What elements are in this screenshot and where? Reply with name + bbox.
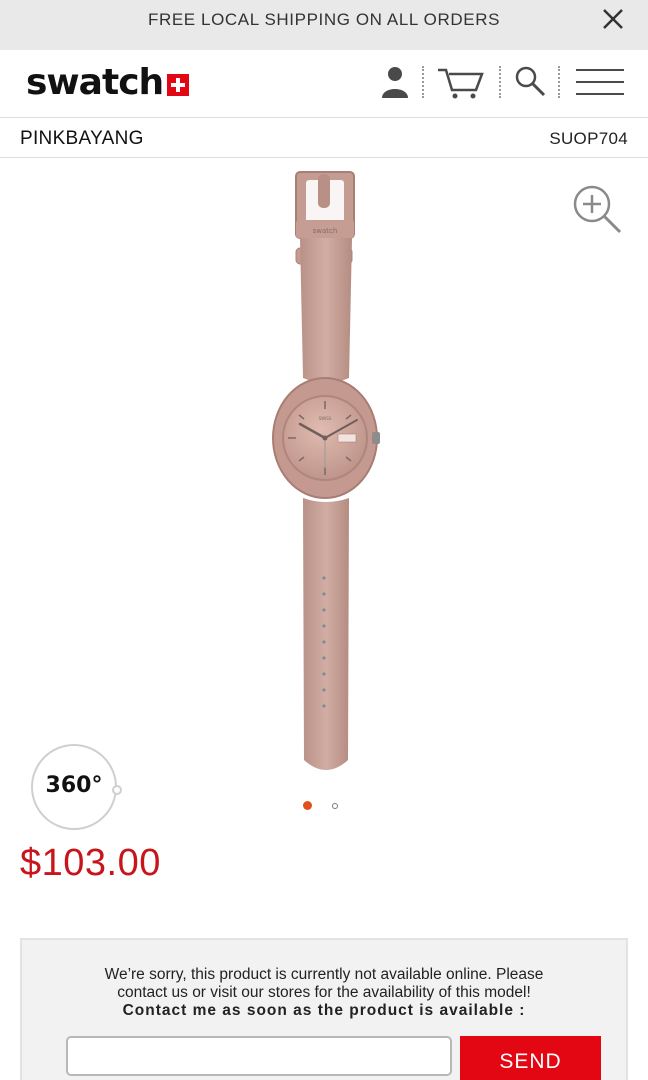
- pagination-dot-active[interactable]: [303, 801, 312, 810]
- shipping-banner-text: FREE LOCAL SHIPPING ON ALL ORDERS: [147, 10, 501, 29]
- svg-text:swatch: swatch: [313, 227, 338, 235]
- site-header: swatch: [0, 50, 648, 118]
- rotate-handle-icon: [112, 785, 122, 795]
- product-price: $103.00: [20, 842, 161, 884]
- product-name: PINKBAYANG: [20, 128, 144, 149]
- zoom-in-icon[interactable]: [572, 184, 624, 236]
- availability-notice: We’re sorry, this product is currently n…: [20, 938, 628, 1080]
- swatch-logo[interactable]: swatch: [26, 61, 190, 103]
- svg-text:SWISS: SWISS: [319, 416, 332, 421]
- account-icon[interactable]: [378, 64, 412, 100]
- header-divider: [422, 66, 424, 98]
- header-divider: [499, 66, 501, 98]
- notice-line-2: contact us or visit our stores for the a…: [117, 984, 531, 1001]
- swiss-cross-icon: [167, 74, 190, 96]
- header-divider: [558, 66, 560, 98]
- notice-line-3: Contact me as soon as the product is ava…: [122, 1002, 526, 1019]
- logo-text: swatch: [26, 61, 164, 103]
- notice-line-1: We’re sorry, this product is currently n…: [104, 966, 544, 983]
- shipping-banner: FREE LOCAL SHIPPING ON ALL ORDERS: [0, 0, 648, 50]
- image-pagination: [303, 801, 338, 810]
- menu-icon[interactable]: [574, 64, 626, 100]
- view-360-label: 360°: [45, 773, 103, 798]
- cart-icon[interactable]: [436, 64, 486, 100]
- close-icon[interactable]: [598, 4, 628, 34]
- pagination-dot[interactable]: [332, 802, 338, 809]
- product-image-watch[interactable]: swatch SWISS: [256, 168, 396, 778]
- send-button[interactable]: SEND: [460, 1036, 601, 1080]
- view-360-button[interactable]: 360°: [31, 744, 122, 830]
- search-icon[interactable]: [512, 64, 548, 100]
- product-subheader: PINKBAYANG SUOP704: [0, 119, 648, 158]
- email-field[interactable]: [66, 1036, 452, 1076]
- product-code: SUOP704: [549, 129, 628, 148]
